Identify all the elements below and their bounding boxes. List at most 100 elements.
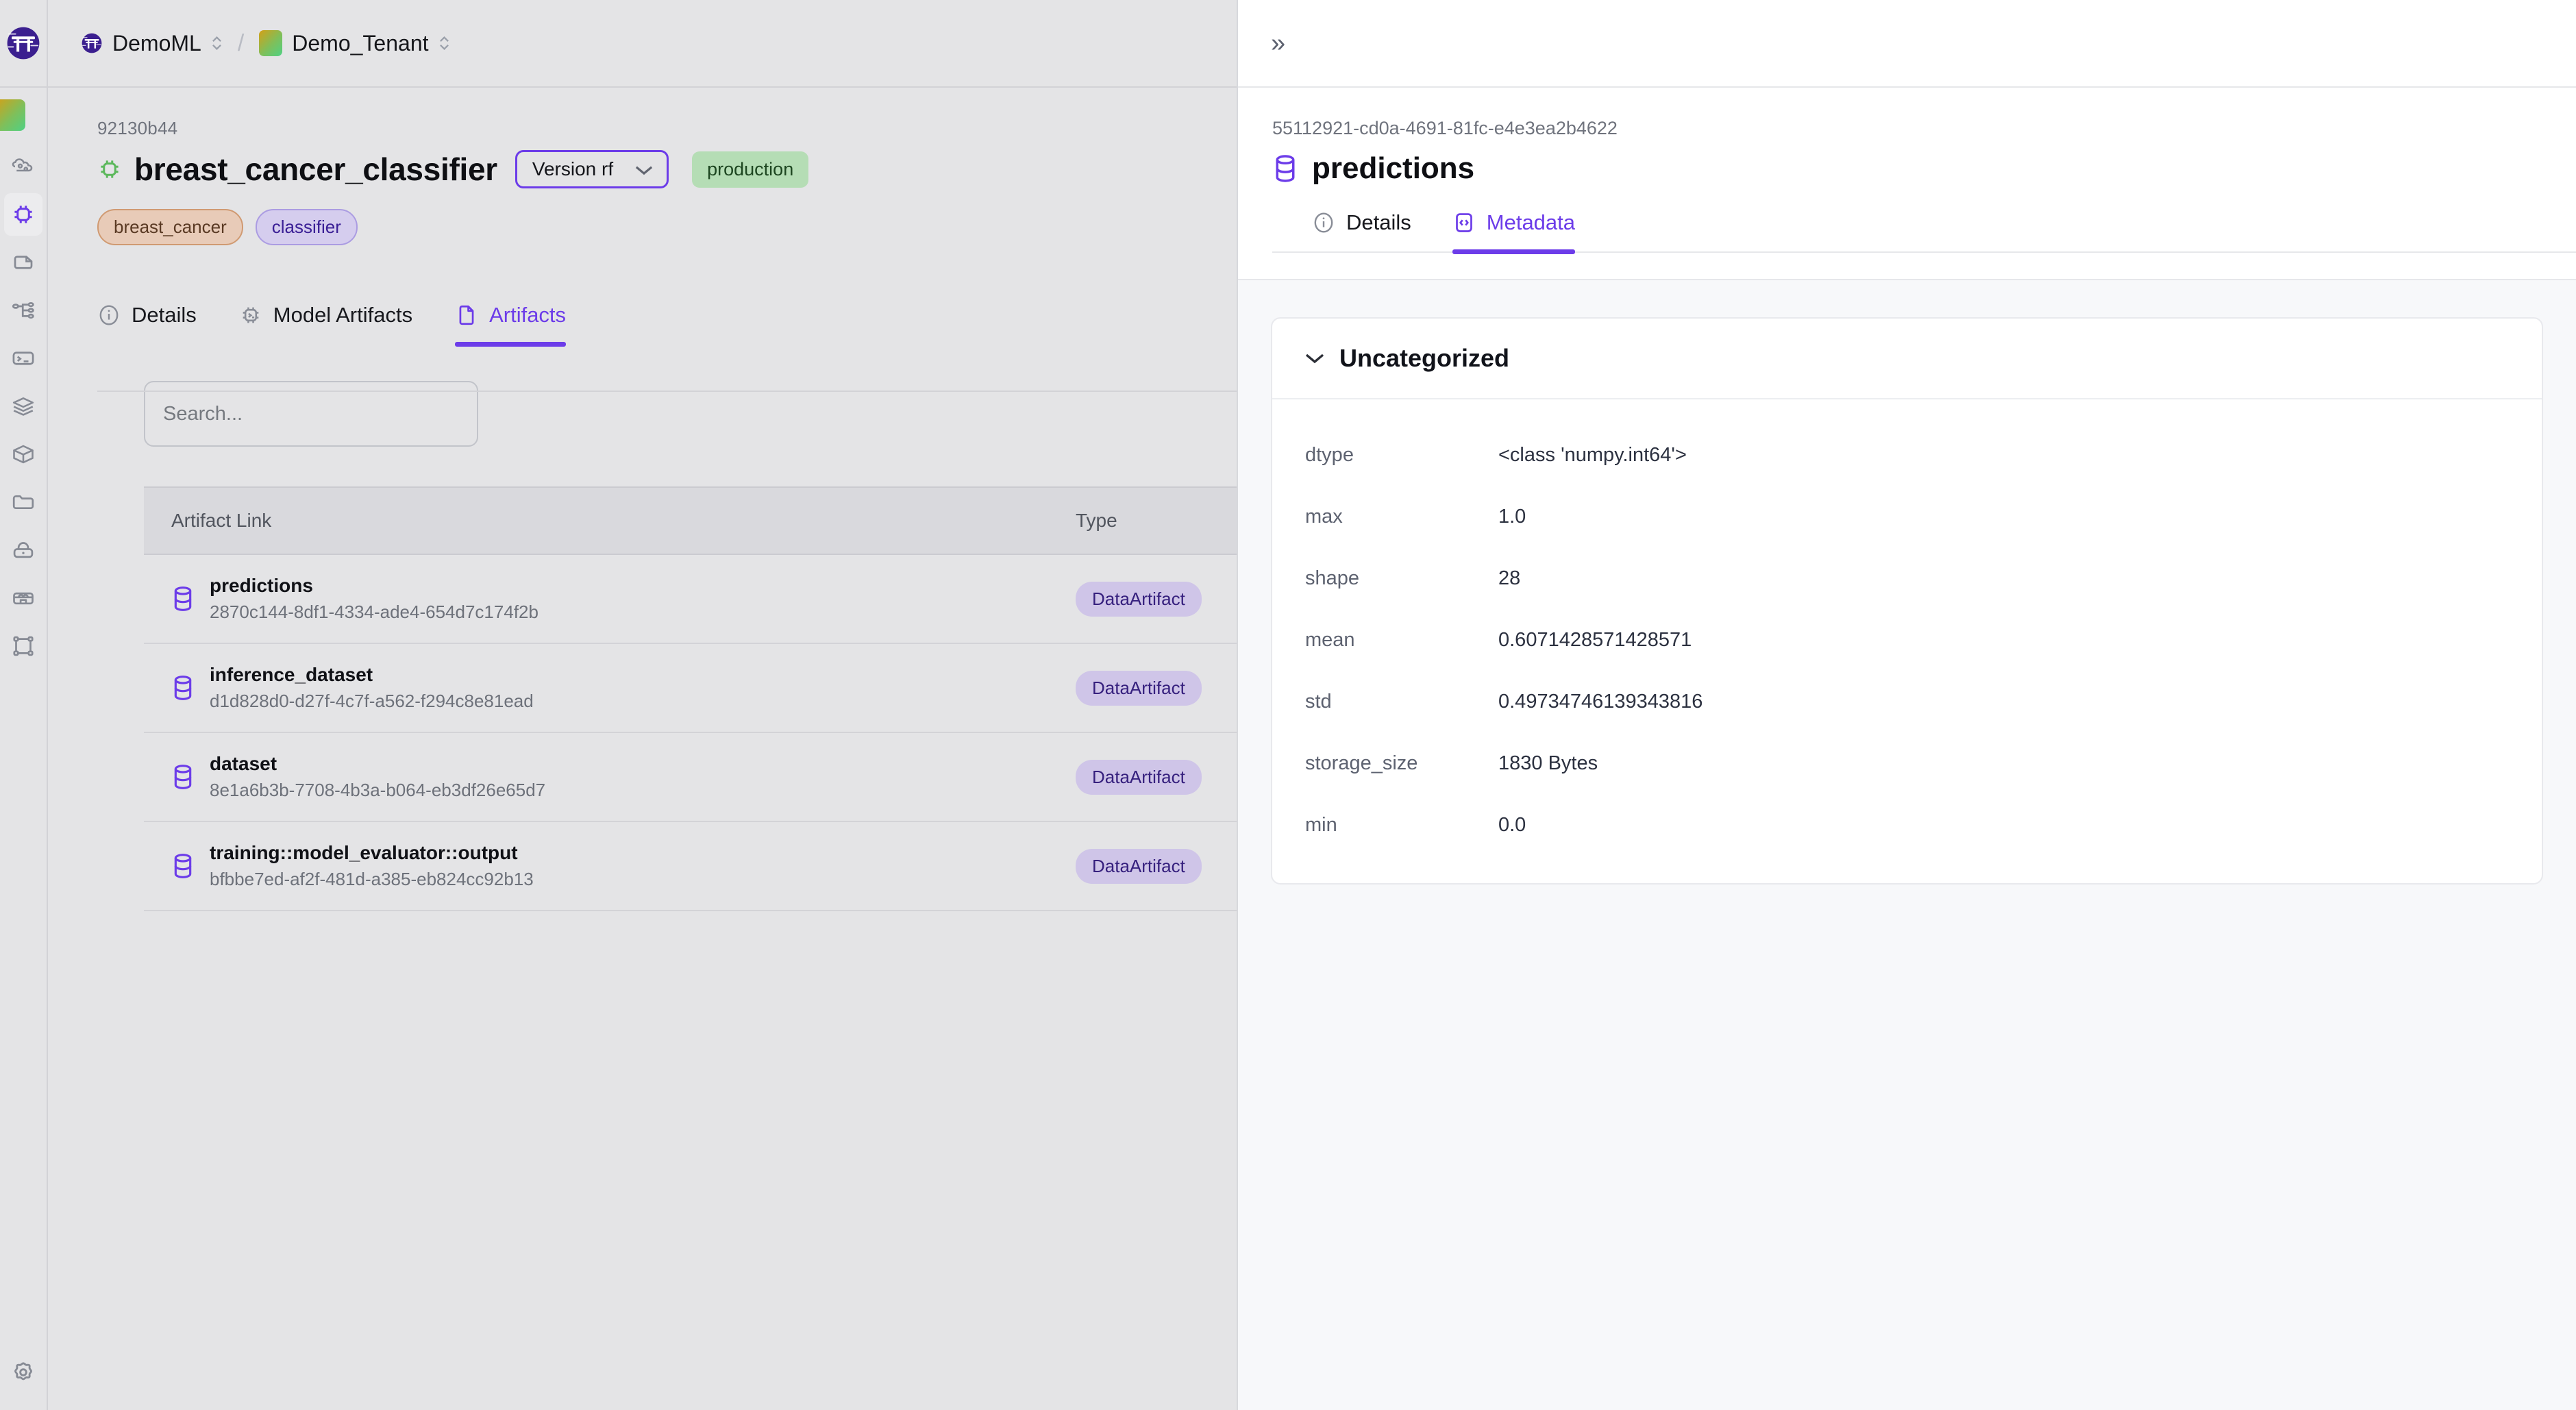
- artifact-uuid: bfbbe7ed-af2f-481d-a385-eb824cc92b13: [210, 869, 534, 890]
- terminal-icon: [12, 351, 34, 365]
- metadata-value: <class 'numpy.int64'>: [1498, 443, 1687, 466]
- metadata-key: std: [1305, 690, 1332, 713]
- page-title: breast_cancer_classifier: [134, 151, 497, 187]
- document-icon: [14, 256, 33, 269]
- tab-bar: Details Model Artifacts Artifacts: [97, 303, 1237, 392]
- metadata-row: std 0.49734746139343816: [1272, 671, 2542, 732]
- artifact-uuid: 8e1a6b3b-7708-4b3a-b064-eb3df26e65d7: [210, 780, 546, 801]
- tenant-swatch[interactable]: [0, 88, 47, 143]
- type-badge: DataArtifact: [1076, 670, 1202, 706]
- tab-drawer-details[interactable]: Details: [1312, 210, 1411, 253]
- drawer-tab-bar: Details Metadata: [1272, 186, 2576, 254]
- code-brackets-icon: [1452, 211, 1476, 234]
- tenant-color-swatch: [0, 99, 25, 131]
- version-select[interactable]: Version rf: [515, 150, 669, 188]
- artifact-name: training::model_evaluator::output: [210, 841, 518, 863]
- sidebar-item-artifacts[interactable]: [4, 241, 42, 284]
- torii-gate-logo: [82, 33, 102, 53]
- metadata-group-header[interactable]: Uncategorized: [1272, 319, 2542, 399]
- left-icon-rail: [0, 0, 48, 1410]
- gear-icon: [14, 1362, 32, 1381]
- sidebar-item-lineage[interactable]: [4, 289, 42, 332]
- torii-gate-logo: [7, 27, 40, 60]
- metadata-group-title: Uncategorized: [1339, 344, 1510, 372]
- metadata-value: 28: [1498, 567, 1521, 589]
- column-header-artifact-link: Artifact Link: [171, 510, 272, 531]
- folder-icon: [12, 495, 34, 510]
- package-box-icon: [13, 445, 34, 464]
- tab-drawer-metadata[interactable]: Metadata: [1452, 210, 1576, 254]
- tab-details[interactable]: Details: [97, 303, 197, 345]
- tab-label: Details: [1346, 210, 1411, 234]
- sidebar-item-service-connectors[interactable]: [4, 577, 42, 619]
- metadata-value: 1.0: [1498, 505, 1526, 528]
- sidebar-item-secrets[interactable]: [4, 529, 42, 571]
- artifacts-table: Artifact Link Type predictions 2870c144-…: [144, 486, 1237, 911]
- chevron-updown-icon[interactable]: [438, 34, 450, 53]
- info-circle-icon: [97, 304, 121, 327]
- chip-model-icon: [14, 206, 32, 223]
- metadata-row: storage_size 1830 Bytes: [1272, 732, 2542, 794]
- artifact-type-cell: DataArtifact: [1076, 581, 1237, 617]
- tab-label: Model Artifacts: [273, 303, 413, 327]
- breadcrumb-separator: /: [237, 29, 245, 56]
- sidebar-item-runs[interactable]: [4, 337, 42, 380]
- breadcrumb-tenant[interactable]: Demo_Tenant: [259, 30, 449, 56]
- table-row[interactable]: inference_dataset d1d828d0-d27f-4c7f-a56…: [144, 644, 1237, 733]
- table-row[interactable]: predictions 2870c144-8df1-4334-ade4-654d…: [144, 555, 1237, 644]
- chip-model-icon: [101, 160, 119, 178]
- bounding-box-icon: [13, 636, 34, 656]
- sidebar-item-pipelines[interactable]: [4, 145, 42, 188]
- artifact-uuid: 2870c144-8df1-4334-ade4-654d7c174f2b: [210, 602, 538, 623]
- artifact-link-cell[interactable]: inference_dataset d1d828d0-d27f-4c7f-a56…: [144, 661, 1076, 715]
- server-bank-icon: [13, 592, 34, 605]
- drawer-title-row: predictions: [1272, 151, 2576, 186]
- type-badge: DataArtifact: [1076, 848, 1202, 884]
- sidebar-item-settings[interactable]: [4, 1351, 42, 1394]
- table-header-row: Artifact Link Type: [144, 486, 1237, 555]
- table-row[interactable]: training::model_evaluator::output bfbbe7…: [144, 822, 1237, 911]
- metadata-value: 0.6071428571428571: [1498, 628, 1692, 651]
- sidebar-item-stacks[interactable]: [4, 385, 42, 428]
- tab-label: Metadata: [1486, 210, 1576, 234]
- tag-chip[interactable]: breast_cancer: [97, 209, 243, 245]
- breadcrumb-workspace[interactable]: DemoML: [81, 31, 223, 56]
- database-icon: [1276, 155, 1295, 182]
- tab-model-artifacts[interactable]: Model Artifacts: [239, 303, 412, 345]
- table-row[interactable]: dataset 8e1a6b3b-7708-4b3a-b064-eb3df26e…: [144, 733, 1237, 822]
- sidebar-item-models[interactable]: [4, 193, 42, 236]
- artifact-link-cell[interactable]: dataset 8e1a6b3b-7708-4b3a-b064-eb3df26e…: [144, 750, 1076, 804]
- chevrons-right-icon[interactable]: »: [1271, 30, 1285, 56]
- type-badge: DataArtifact: [1076, 759, 1202, 795]
- metadata-card: Uncategorized dtype <class 'numpy.int64'…: [1271, 317, 2543, 885]
- chevron-down-icon: [635, 162, 653, 176]
- app-logo[interactable]: [0, 0, 47, 88]
- document-icon: [455, 304, 478, 327]
- lock-icon: [13, 542, 34, 558]
- metadata-rows: dtype <class 'numpy.int64'> max 1.0 shap…: [1272, 399, 2542, 883]
- tab-label: Details: [132, 303, 197, 327]
- artifact-link-cell[interactable]: training::model_evaluator::output bfbbe7…: [144, 839, 1076, 893]
- artifact-name: inference_dataset: [210, 663, 373, 685]
- workspace-name: DemoML: [112, 30, 201, 55]
- drawer-toolbar: »: [1238, 0, 2576, 88]
- database-icon: [174, 676, 192, 700]
- tab-bar-divider: [97, 391, 1237, 392]
- artifact-name: dataset: [210, 752, 277, 774]
- metadata-key: mean: [1305, 628, 1355, 651]
- metadata-row: mean 0.6071428571428571: [1272, 609, 2542, 671]
- tag-chip[interactable]: classifier: [255, 209, 358, 245]
- tab-artifacts[interactable]: Artifacts: [455, 303, 566, 347]
- metadata-value: 1830 Bytes: [1498, 752, 1598, 774]
- metadata-key: dtype: [1305, 443, 1354, 466]
- artifact-name: predictions: [210, 574, 313, 596]
- chevron-updown-icon[interactable]: [211, 34, 223, 53]
- metadata-row: max 1.0: [1272, 486, 2542, 547]
- sidebar-item-components[interactable]: [4, 433, 42, 475]
- artifact-link-cell[interactable]: predictions 2870c144-8df1-4334-ade4-654d…: [144, 572, 1076, 626]
- artifact-type-cell: DataArtifact: [1076, 670, 1237, 706]
- sidebar-item-projects[interactable]: [4, 481, 42, 523]
- status-badge: production: [692, 151, 809, 188]
- sidebar-item-deployments[interactable]: [4, 625, 42, 667]
- database-icon: [174, 854, 192, 878]
